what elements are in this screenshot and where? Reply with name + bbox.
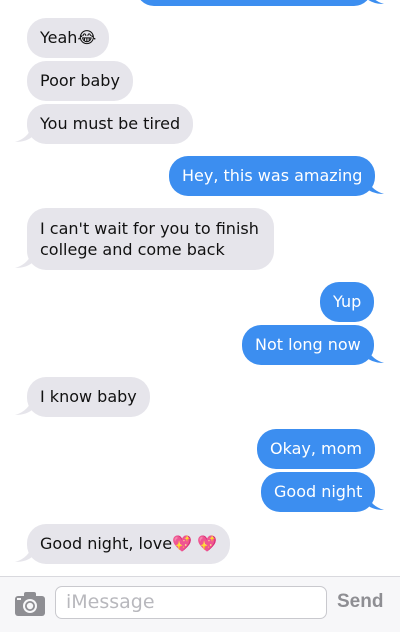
bubble-tail: [366, 345, 386, 365]
bubble-tail: [366, 0, 386, 6]
message-bubble-incoming: I know baby: [27, 377, 150, 417]
bubble-tail: [366, 492, 386, 512]
message-bubble-incoming: Yeah😂: [27, 18, 110, 58]
message-thread[interactable]: Yeah😂 Poor baby You must be tired Hey, t…: [0, 0, 400, 575]
message-bubble-incoming: Good night, love💖 💖: [27, 524, 231, 564]
camera-icon[interactable]: [14, 591, 46, 617]
message-bubble-outgoing: Good night: [261, 472, 376, 512]
bubble-tail: [13, 124, 33, 144]
bubble-tail: [366, 176, 386, 196]
message-bubble-incoming: You must be tired: [27, 104, 194, 144]
message-bubble-outgoing: Not long now: [242, 325, 374, 365]
bubble-tail: [13, 544, 33, 564]
message-input[interactable]: iMessage: [55, 586, 327, 619]
message-composer: iMessage Send: [0, 576, 400, 632]
message-bubble-incoming: Poor baby: [27, 61, 133, 101]
message-bubble-outgoing: Hey, this was amazing: [169, 156, 376, 196]
message-bubble-outgoing: Okay, mom: [257, 429, 375, 469]
send-button[interactable]: Send: [337, 591, 383, 613]
message-bubble-outgoing-partial: [136, 0, 372, 6]
message-bubble-outgoing: Yup: [320, 282, 375, 322]
bubble-tail: [13, 397, 33, 417]
message-bubble-incoming: I can't wait for you to finish college a…: [27, 208, 274, 270]
bubble-tail: [13, 250, 33, 270]
